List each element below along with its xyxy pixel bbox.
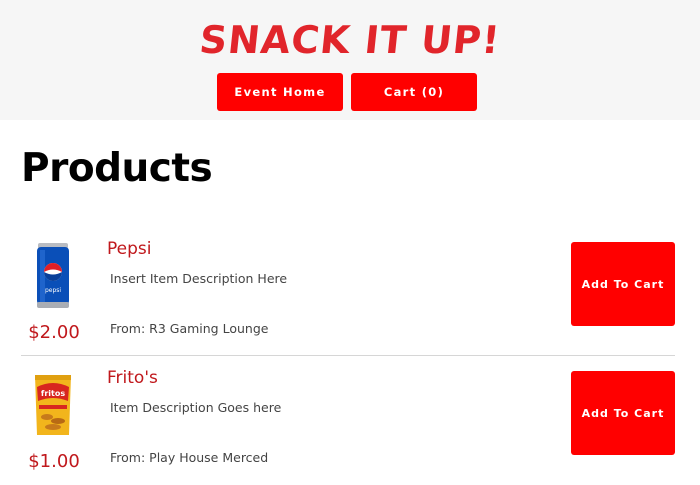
pepsi-can-image: pepsi bbox=[31, 242, 75, 310]
product-vendor: From: Play House Merced bbox=[110, 450, 269, 465]
add-to-cart-button[interactable]: Add To Cart bbox=[571, 242, 675, 326]
product-vendor: From: R3 Gaming Lounge bbox=[110, 321, 269, 336]
page-title: Products bbox=[21, 146, 213, 191]
product-description: Item Description Goes here bbox=[110, 400, 282, 415]
add-to-cart-button[interactable]: Add To Cart bbox=[571, 371, 675, 455]
product-name[interactable]: Pepsi bbox=[107, 239, 151, 259]
product-price: $1.00 bbox=[28, 451, 80, 472]
svg-text:fritos: fritos bbox=[41, 389, 65, 398]
fritos-bag-image: fritos bbox=[31, 371, 75, 439]
site-header: SNACK IT UP! Event Home Cart (0) bbox=[0, 0, 700, 120]
site-logo: SNACK IT UP! bbox=[197, 18, 503, 62]
product-row-fritos: fritos $1.00 Frito's Item Description Go… bbox=[21, 357, 675, 485]
product-price: $2.00 bbox=[28, 322, 80, 343]
event-home-button[interactable]: Event Home bbox=[217, 73, 343, 111]
product-name[interactable]: Frito's bbox=[107, 368, 158, 388]
svg-text:pepsi: pepsi bbox=[45, 287, 61, 294]
product-row-pepsi: pepsi $2.00 Pepsi Insert Item Descriptio… bbox=[21, 228, 675, 356]
product-description: Insert Item Description Here bbox=[110, 271, 288, 286]
cart-button[interactable]: Cart (0) bbox=[351, 73, 477, 111]
